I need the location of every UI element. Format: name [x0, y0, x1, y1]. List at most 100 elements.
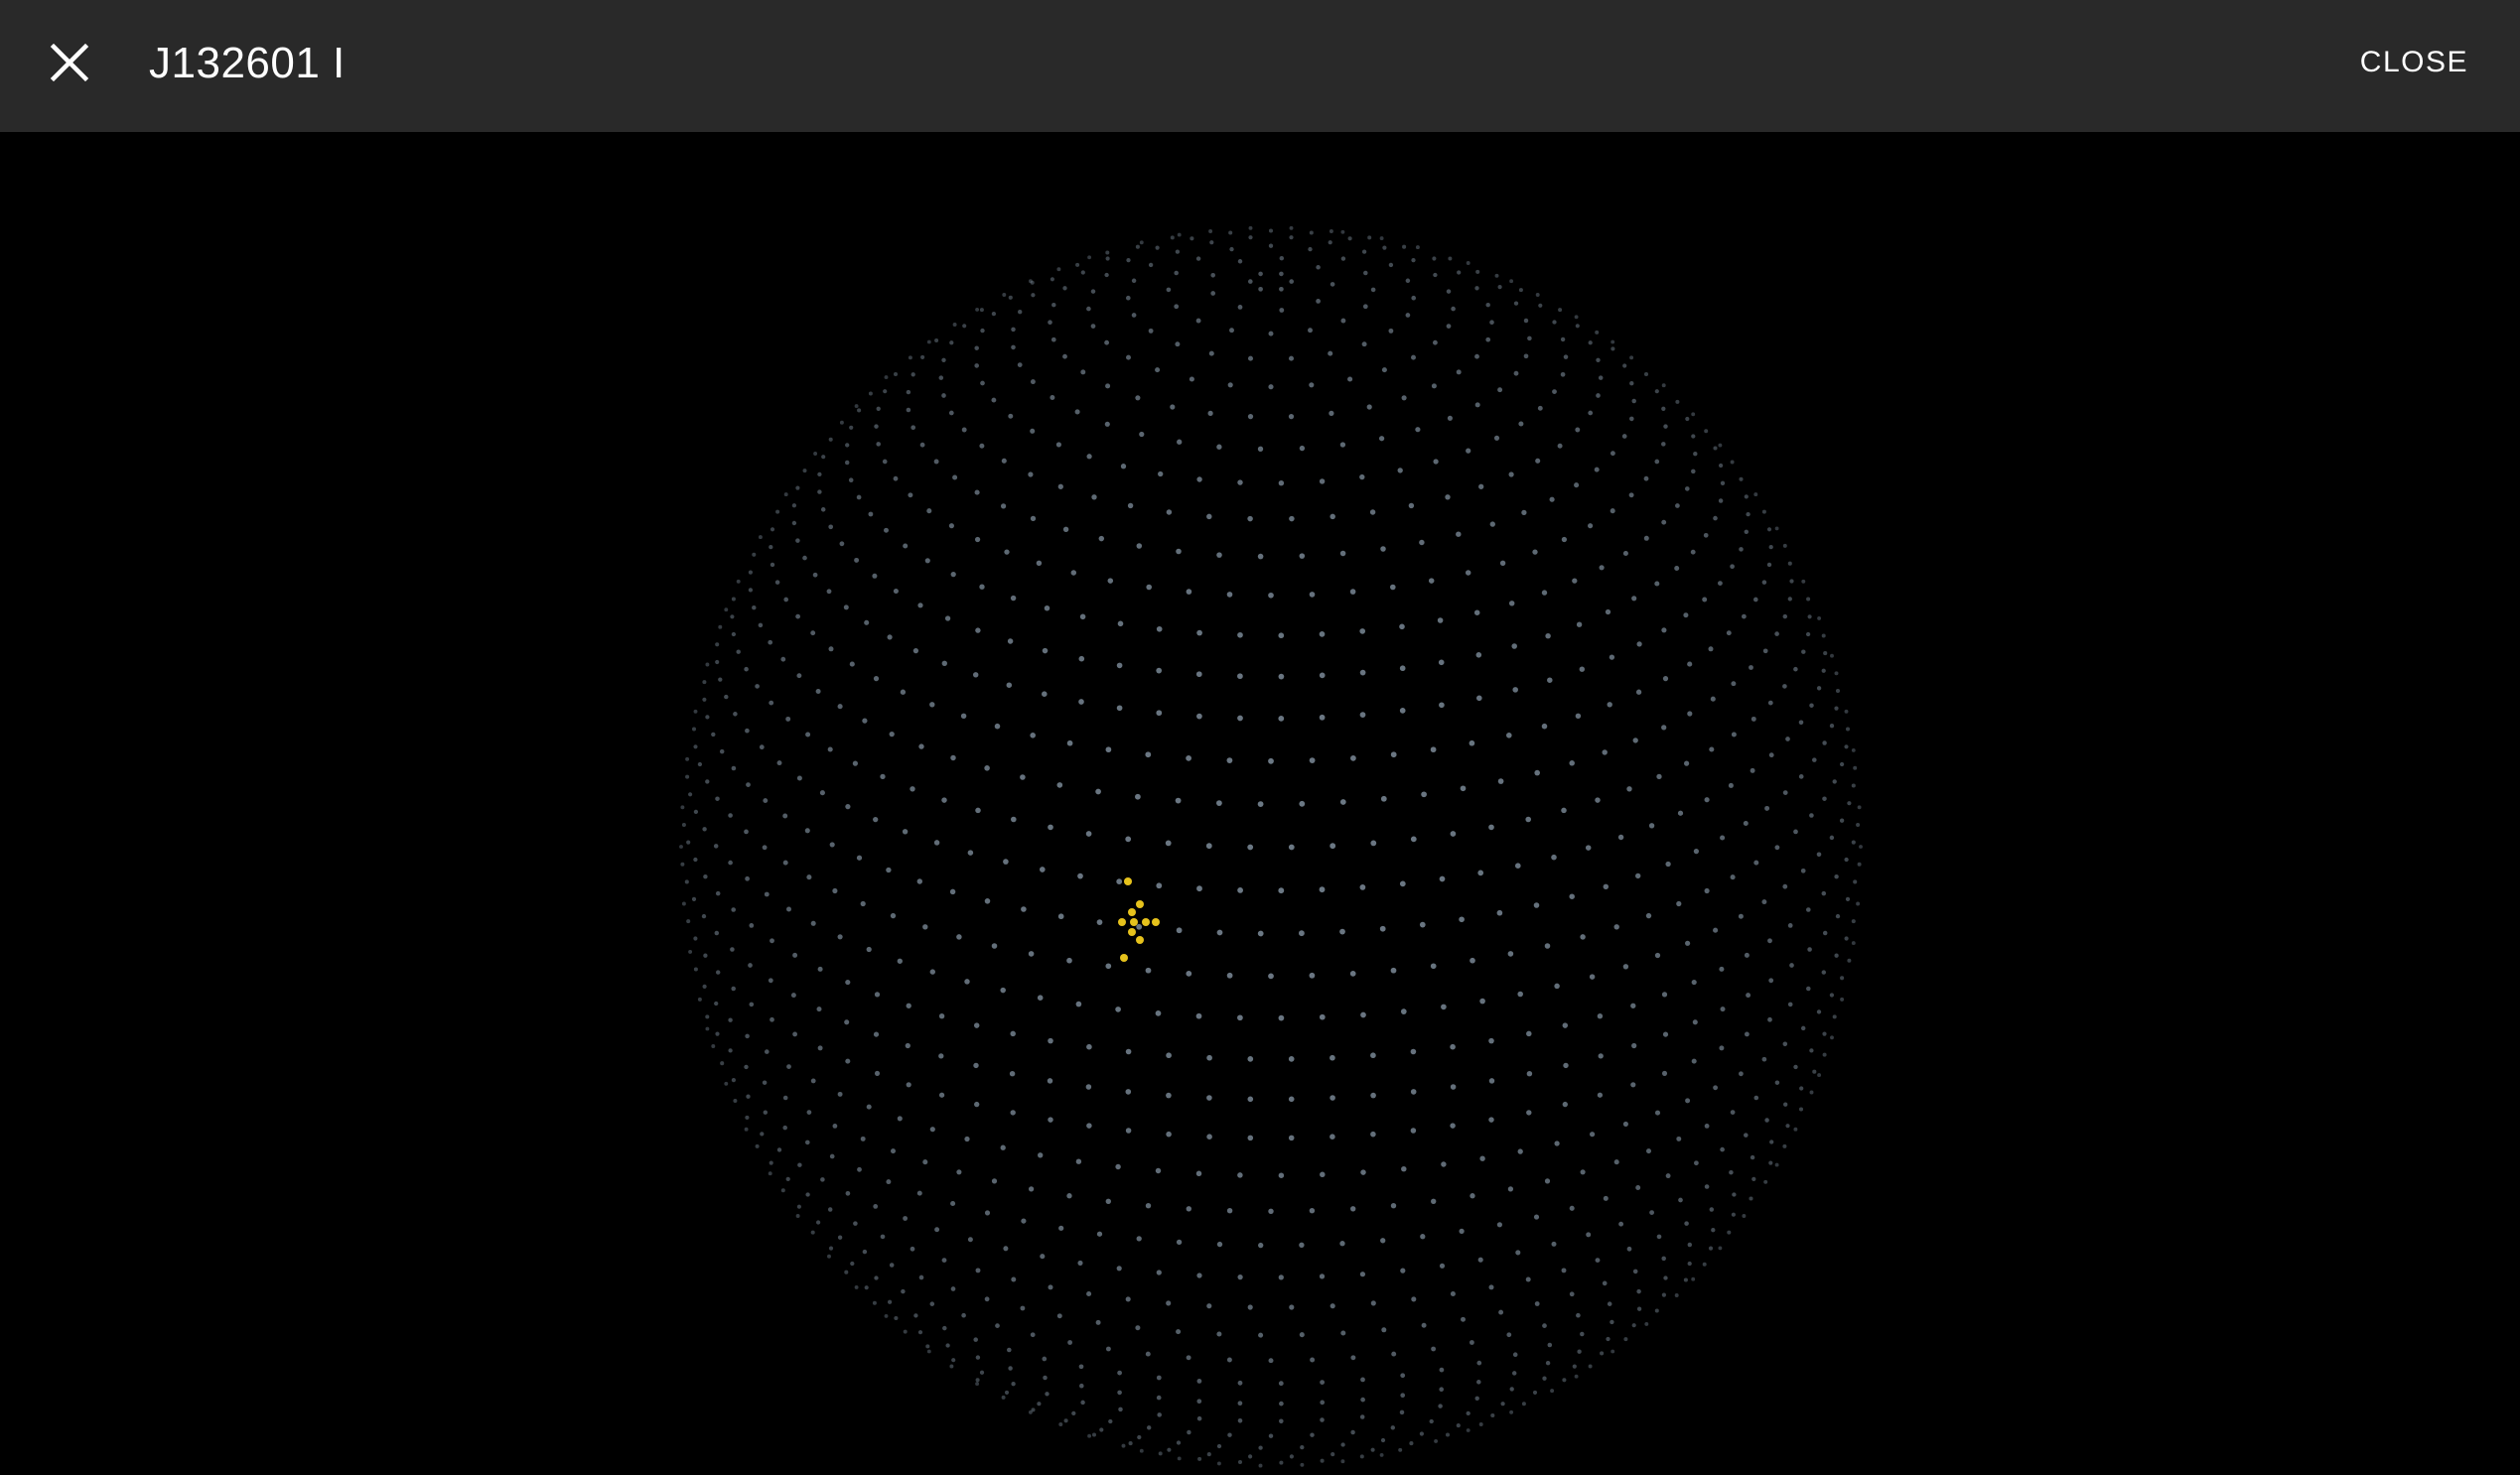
- sphere-dot: [1320, 1458, 1325, 1463]
- sphere-dot: [1367, 235, 1372, 240]
- sphere-dot: [1834, 874, 1839, 879]
- sphere-dot: [849, 661, 855, 667]
- sphere-dot: [1257, 446, 1264, 452]
- sphere-dot: [1515, 1250, 1521, 1256]
- sphere-dot: [1654, 1110, 1661, 1116]
- sphere-dot: [920, 354, 925, 359]
- sphere-dot: [960, 713, 967, 720]
- sphere-dot: [1207, 410, 1213, 417]
- sphere-dot: [752, 552, 757, 557]
- sphere-dot: [748, 963, 753, 968]
- sphere-dot: [1078, 1364, 1084, 1370]
- sphere-dot: [1399, 880, 1406, 887]
- sphere-dot: [775, 509, 780, 514]
- sphere-dot: [1278, 1172, 1285, 1178]
- sphere-dot: [926, 508, 932, 514]
- sphere-dot: [1330, 1054, 1335, 1061]
- sphere-dot: [1137, 1434, 1142, 1440]
- sphere-dot: [1572, 578, 1578, 584]
- sphere-dot: [941, 357, 946, 362]
- sphere-dot: [1665, 861, 1671, 868]
- sphere-dot: [891, 1148, 896, 1154]
- sphere-dot: [1774, 526, 1779, 531]
- sphere-dot: [1226, 972, 1233, 979]
- sphere-dot: [1257, 801, 1264, 807]
- sphere-dot: [1742, 613, 1747, 619]
- sphere-dot: [705, 1026, 710, 1031]
- sphere-dot: [1562, 1101, 1568, 1108]
- sphere-dot: [1798, 1107, 1804, 1112]
- sphere-dot: [1497, 387, 1503, 393]
- sphere-dot: [1726, 630, 1732, 636]
- sphere-dot: [1761, 1056, 1767, 1062]
- sphere-dot: [1078, 655, 1085, 662]
- sphere-dot: [874, 992, 881, 998]
- sphere-dot: [1278, 673, 1285, 680]
- sphere-dot: [1080, 1400, 1085, 1406]
- sphere-dot: [1237, 673, 1243, 680]
- sphere-dot: [1569, 893, 1575, 899]
- sphere-dot: [1096, 919, 1103, 925]
- sphere-dot: [780, 656, 786, 662]
- sphere-dot: [1832, 1014, 1837, 1019]
- sphere-dot: [1459, 916, 1465, 923]
- sphere-dot: [1020, 774, 1026, 780]
- sphere-dot: [1062, 526, 1069, 532]
- sphere-dot: [1547, 1342, 1553, 1348]
- sphere-dot: [702, 680, 707, 685]
- sphere-dot: [1011, 327, 1016, 333]
- sphere-dot: [903, 543, 909, 549]
- sphere-dot: [974, 536, 981, 543]
- sphere-dot: [1309, 382, 1315, 388]
- sphere-dot: [1596, 393, 1601, 398]
- sphere-dot: [934, 337, 939, 343]
- sphere-dot: [1216, 800, 1222, 806]
- sphere-dot: [1216, 444, 1222, 450]
- sphere-dot: [1175, 249, 1181, 254]
- arrow-left-icon[interactable]: [1118, 877, 1160, 962]
- sphere-dot: [796, 1204, 801, 1209]
- sphere-dot: [1708, 646, 1714, 652]
- close-icon[interactable]: [38, 31, 101, 94]
- sphere-dot: [1009, 1070, 1016, 1077]
- sphere-dot: [1048, 1284, 1053, 1290]
- sphere-dot: [1078, 699, 1084, 705]
- sphere-dot: [1834, 671, 1839, 676]
- sphere-dot: [1010, 595, 1017, 602]
- sphere-dot: [1070, 570, 1077, 576]
- sphere-dot: [1439, 875, 1446, 882]
- sphere-dot: [906, 1003, 911, 1008]
- sphere-dot: [893, 371, 899, 377]
- sphere-canvas[interactable]: [0, 132, 2520, 1475]
- sphere-dot: [886, 867, 892, 873]
- sphere-dot: [1310, 1432, 1315, 1437]
- sphere-dot: [785, 716, 791, 722]
- sphere-dot: [1577, 1349, 1582, 1354]
- sphere-dot: [1319, 478, 1326, 484]
- sphere-dot: [1643, 535, 1649, 541]
- close-button[interactable]: CLOSE: [2352, 36, 2476, 89]
- sphere-dot: [1268, 1433, 1274, 1438]
- sphere-dot: [1511, 1371, 1517, 1376]
- sphere-dot: [980, 380, 985, 386]
- sphere-dot: [1299, 1332, 1305, 1338]
- sphere-dot: [1127, 502, 1134, 509]
- sphere-dot: [884, 375, 889, 380]
- sphere-dot: [1370, 1052, 1376, 1059]
- sphere-dot: [905, 1042, 910, 1049]
- sphere-dot: [902, 829, 909, 835]
- sphere-dot: [776, 1147, 782, 1152]
- sphere-dot: [1663, 424, 1668, 429]
- sphere-dot: [1805, 907, 1811, 912]
- sphere-dot: [1496, 909, 1503, 916]
- sphere-dot: [702, 697, 707, 702]
- sphere-dot: [1086, 1043, 1092, 1050]
- sphere-dot: [1195, 318, 1201, 324]
- sphere-dot: [1691, 1276, 1696, 1281]
- sphere-dot: [1628, 492, 1634, 498]
- sphere-dot: [1607, 702, 1612, 708]
- sphere-dot: [1508, 471, 1514, 477]
- sphere-dot: [688, 792, 693, 797]
- sphere-dot: [1086, 1290, 1092, 1297]
- sphere-dot: [1711, 1228, 1716, 1233]
